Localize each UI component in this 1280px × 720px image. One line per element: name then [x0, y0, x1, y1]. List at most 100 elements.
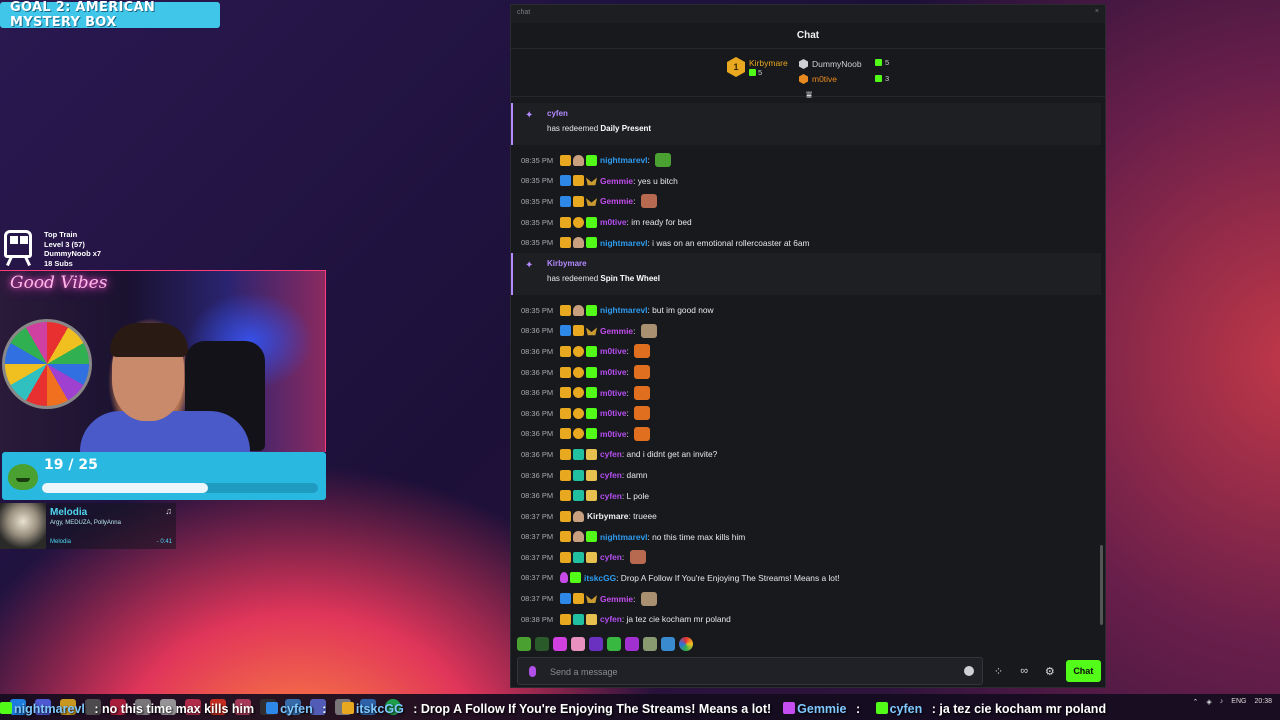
plant-emote-icon[interactable] [535, 637, 549, 651]
heart-emote-icon[interactable] [571, 637, 585, 651]
now-playing-widget: Melodia Argy, MEDUZA, PollyAnna Melodia … [0, 503, 176, 549]
user-badge-icon [573, 345, 584, 357]
ticker-entry: itskcGG : Drop A Follow If You're Enjoyi… [341, 702, 777, 716]
settings-gear-icon[interactable]: ⚙ [1040, 665, 1060, 678]
message-username[interactable]: m0tive [600, 346, 627, 356]
reward-redeem-notice: ✦ cyfen has redeemed Daily Present [511, 103, 1101, 145]
emote-icon[interactable] [655, 153, 672, 168]
redeem-text: has redeemed Spin The Wheel [547, 273, 660, 283]
redeem-user[interactable]: Kirbymare [547, 259, 1101, 268]
chat-message: 08:37 PM Gemmie: [511, 588, 1105, 609]
rank-2-badge-icon [799, 59, 808, 69]
user-badge-icon [586, 613, 597, 625]
user-badge-icon [573, 428, 584, 440]
message-username[interactable]: Gemmie [600, 176, 633, 186]
message-username[interactable]: cyfen [600, 491, 622, 501]
emote-icon[interactable] [634, 406, 651, 421]
message-username[interactable]: m0tive [600, 429, 627, 439]
user-badge-icon [573, 195, 584, 207]
message-time: 08:35 PM [521, 176, 554, 186]
message-username[interactable]: Kirbymare [587, 511, 628, 521]
gem-emote-icon[interactable] [553, 637, 567, 651]
emoji-picker-icon[interactable] [963, 666, 974, 676]
window-titlebar[interactable]: chat × [511, 5, 1105, 23]
message-box[interactable] [517, 657, 983, 685]
user-badge-icon [586, 595, 597, 603]
gift-icon [875, 59, 882, 66]
close-icon[interactable]: × [1095, 8, 1099, 15]
chat-scrollbar[interactable] [1100, 545, 1103, 625]
chat-message: 08:35 PM nightmarevl: but im good now [521, 304, 714, 316]
user-badge-icon [573, 510, 584, 522]
wheel-emote-icon[interactable] [679, 637, 693, 651]
message-username[interactable]: nightmarevl [600, 238, 647, 248]
emote-icon[interactable] [629, 550, 646, 565]
message-time: 08:37 PM [521, 532, 554, 542]
song-album: Melodia [50, 539, 72, 545]
message-username[interactable]: m0tive [600, 408, 627, 418]
user-badge-icon [560, 510, 571, 522]
emote-icon[interactable] [640, 194, 657, 209]
user-badge-icon [586, 469, 597, 481]
message-username[interactable]: m0tive [600, 217, 627, 227]
message-username[interactable]: itskcGG [584, 573, 616, 583]
user-badge-icon [560, 531, 571, 543]
leaderboard-second[interactable]: DummyNoob [799, 59, 862, 69]
message-username[interactable]: nightmarevl [600, 305, 647, 315]
microphone-icon[interactable] [529, 666, 536, 677]
cat-emote-icon[interactable] [643, 637, 657, 651]
message-time: 08:35 PM [521, 238, 554, 248]
badge-icon [341, 702, 354, 714]
user-badge-icon [573, 237, 584, 249]
leaderboard-gifts: 5 [885, 58, 890, 67]
message-username[interactable]: cyfen [600, 614, 622, 624]
frog-2-emote-icon[interactable] [607, 637, 621, 651]
message-username[interactable]: cyfen [600, 449, 622, 459]
user-badge-icon [573, 407, 584, 419]
message-username[interactable]: nightmarevl [600, 155, 647, 165]
message-text: L pole [626, 490, 650, 501]
car-emote-icon[interactable] [661, 637, 675, 651]
sub-goal-widget: 19 / 25 [2, 452, 326, 500]
leaderboard-first[interactable]: 1 Kirbymare 5 [727, 57, 788, 77]
user-badge-icon [586, 237, 597, 249]
ticker-text: ja tez cie kocham mr poland [939, 702, 1107, 716]
message-time: 08:35 PM [521, 305, 554, 315]
user-badge-icon [560, 175, 571, 187]
chat-message: 08:35 PM Gemmie: yes u bitch [521, 175, 678, 187]
chat-message-list[interactable]: ✦ cyfen has redeemed Daily Present 08:35 PM… [511, 103, 1105, 635]
kick-emote-icon[interactable] [589, 637, 603, 651]
message-username[interactable]: Gemmie [600, 326, 633, 336]
users-icon[interactable]: ⁘ [989, 665, 1009, 678]
frog-emote-icon[interactable] [517, 637, 531, 651]
message-username[interactable]: cyfen [600, 552, 622, 562]
message-username[interactable]: nightmarevl [600, 532, 647, 542]
emote-icon[interactable] [634, 344, 651, 359]
emote-icon[interactable] [634, 385, 651, 400]
message-input[interactable] [550, 664, 950, 680]
send-chat-button[interactable]: Chat [1065, 660, 1101, 682]
emote-icon[interactable] [634, 426, 651, 441]
emote-icon[interactable] [640, 591, 657, 606]
leaderboard-third[interactable]: m0tive [799, 74, 862, 84]
user-badge-icon [586, 490, 597, 502]
purple-emote-icon[interactable] [625, 637, 639, 651]
infinity-icon[interactable]: ∞ [1014, 665, 1034, 677]
message-username[interactable]: Gemmie [600, 594, 633, 604]
emote-icon[interactable] [634, 365, 651, 380]
train-user: DummyNoob x7 [44, 249, 102, 258]
message-username[interactable]: m0tive [600, 367, 627, 377]
redeem-user[interactable]: cyfen [547, 109, 1101, 118]
user-badge-icon [586, 177, 597, 186]
emote-icon[interactable] [640, 323, 657, 338]
message-time: 08:36 PM [521, 367, 554, 377]
message-username[interactable]: Gemmie [600, 196, 633, 206]
leaderboard-name: Kirbymare [749, 57, 788, 68]
chat-header: Chat [511, 23, 1105, 49]
message-username[interactable]: m0tive [600, 388, 627, 398]
ticker-user: cyfen [889, 702, 923, 716]
chat-message: 08:37 PM itskcGG: Drop A Follow If You're… [521, 572, 840, 584]
user-badge-icon [573, 304, 584, 316]
message-username[interactable]: cyfen [600, 470, 622, 480]
scroll-down-icon[interactable]: ⩸ [803, 91, 815, 101]
